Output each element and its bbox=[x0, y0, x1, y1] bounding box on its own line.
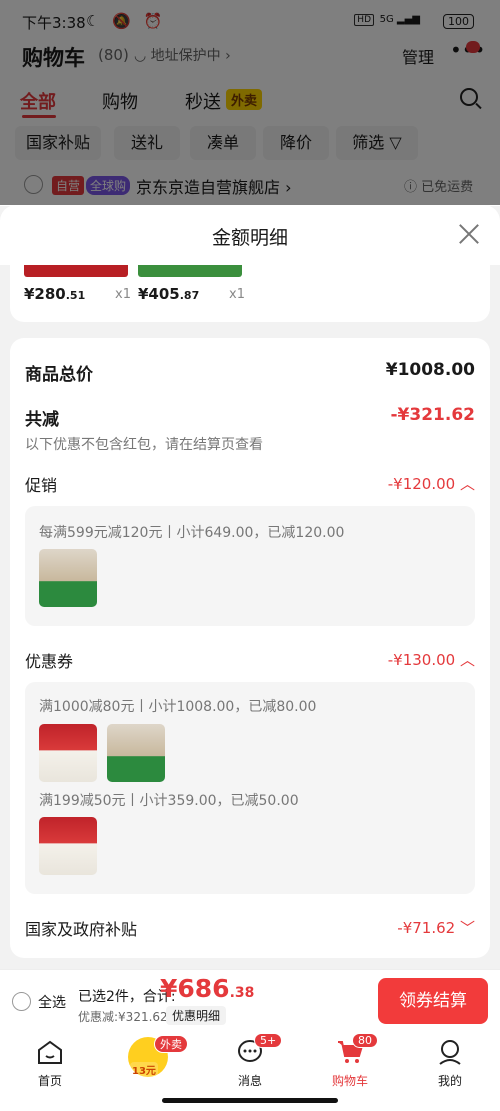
coupon-badge: 13元 bbox=[130, 1062, 158, 1077]
promo-box: 每满599元减120元丨小计649.00，已减120.00 bbox=[25, 506, 475, 626]
coupon-box: 满1000减80元丨小计1008.00，已减80.00 满199减50元丨小计3… bbox=[25, 682, 475, 894]
product-thumb-chair[interactable] bbox=[107, 724, 165, 782]
close-icon[interactable] bbox=[458, 223, 480, 245]
home-indicator bbox=[162, 1098, 338, 1103]
product-price: ¥405.87 bbox=[138, 285, 200, 303]
subsidy-label: 国家及政府补贴 bbox=[25, 920, 138, 939]
products-card: ¥280.51 x1 ¥405.87 x1 bbox=[10, 265, 490, 322]
total-label: 商品总价 bbox=[25, 365, 93, 385]
product-thumb-pillow[interactable] bbox=[39, 817, 97, 875]
waimai-badge: 外卖 bbox=[154, 1035, 188, 1053]
home-icon bbox=[38, 1040, 62, 1064]
detail-card: 商品总价 ¥1008.00 共减 -¥321.62 以下优惠不包含红包，请在结算… bbox=[10, 338, 490, 958]
subsidy-value[interactable]: -¥71.62 ﹀ bbox=[397, 917, 475, 938]
message-badge: 5+ bbox=[254, 1033, 283, 1048]
promo-label: 促销 bbox=[25, 476, 58, 495]
checkout-bar: 全选 已选2件，合计: ¥686.38 优惠减:¥321.62 优惠明细 领券结… bbox=[0, 969, 500, 1031]
select-all-radio[interactable] bbox=[12, 992, 31, 1011]
total-price: ¥686.38 bbox=[160, 974, 255, 1003]
coupon-rule: 满199减50元丨小计359.00，已减50.00 bbox=[39, 793, 299, 809]
reduce-note: 以下优惠不包含红包，请在结算页查看 bbox=[25, 437, 263, 453]
chevron-up-icon: ︿ bbox=[459, 651, 475, 669]
cart-badge: 80 bbox=[352, 1033, 378, 1048]
nav-messages[interactable]: 消息 5+ bbox=[210, 1033, 290, 1089]
nav-waimai[interactable]: 13元 外卖 bbox=[108, 1035, 188, 1077]
sheet-header: 金额明细 bbox=[0, 205, 500, 265]
product-qty: x1 bbox=[229, 287, 245, 302]
checkout-button[interactable]: 领券结算 bbox=[378, 978, 488, 1024]
product-thumb-chair[interactable] bbox=[39, 549, 97, 607]
coupon-rule: 满1000减80元丨小计1008.00，已减80.00 bbox=[39, 699, 317, 715]
profile-icon bbox=[439, 1040, 461, 1065]
chevron-up-icon: ︿ bbox=[459, 475, 475, 493]
coupon-label: 优惠券 bbox=[25, 652, 74, 671]
nav-label: 消息 bbox=[237, 1074, 262, 1088]
amount-detail-sheet: 金额明细 ¥280.51 x1 ¥405.87 x1 商品总价 ¥1008.00… bbox=[0, 205, 500, 969]
discount-amount: 优惠减:¥321.62 bbox=[78, 1010, 168, 1024]
product-thumb bbox=[138, 265, 242, 277]
promo-rule: 每满599元减120元丨小计649.00，已减120.00 bbox=[39, 525, 345, 541]
product-thumb-pillow[interactable] bbox=[39, 724, 97, 782]
nav-home[interactable]: 首页 bbox=[10, 1039, 90, 1089]
nav-label: 我的 bbox=[437, 1074, 462, 1088]
nav-label: 首页 bbox=[37, 1074, 62, 1088]
reduce-label: 共减 bbox=[25, 410, 59, 430]
coupon-value[interactable]: -¥130.00 ︿ bbox=[388, 649, 475, 670]
dim-overlay[interactable] bbox=[0, 0, 500, 205]
total-value: ¥1008.00 bbox=[385, 360, 475, 380]
nav-label: 购物车 bbox=[331, 1074, 368, 1088]
nav-cart[interactable]: 购物车 80 bbox=[310, 1033, 390, 1089]
nav-profile[interactable]: 我的 bbox=[410, 1039, 490, 1089]
product-price: ¥280.51 bbox=[24, 285, 86, 303]
sheet-title: 金额明细 bbox=[211, 227, 288, 249]
product-qty: x1 bbox=[115, 287, 131, 302]
discount-detail-button[interactable]: 优惠明细 bbox=[166, 1006, 227, 1025]
chevron-down-icon: ﹀ bbox=[459, 919, 475, 937]
bottom-nav: 首页 13元 外卖 消息 5+ 购物车 80 我的 bbox=[0, 1031, 500, 1111]
reduce-value: -¥321.62 bbox=[390, 405, 476, 425]
select-all-label[interactable]: 全选 bbox=[38, 992, 66, 1012]
product-thumb bbox=[24, 265, 128, 277]
promo-value[interactable]: -¥120.00 ︿ bbox=[388, 473, 475, 494]
